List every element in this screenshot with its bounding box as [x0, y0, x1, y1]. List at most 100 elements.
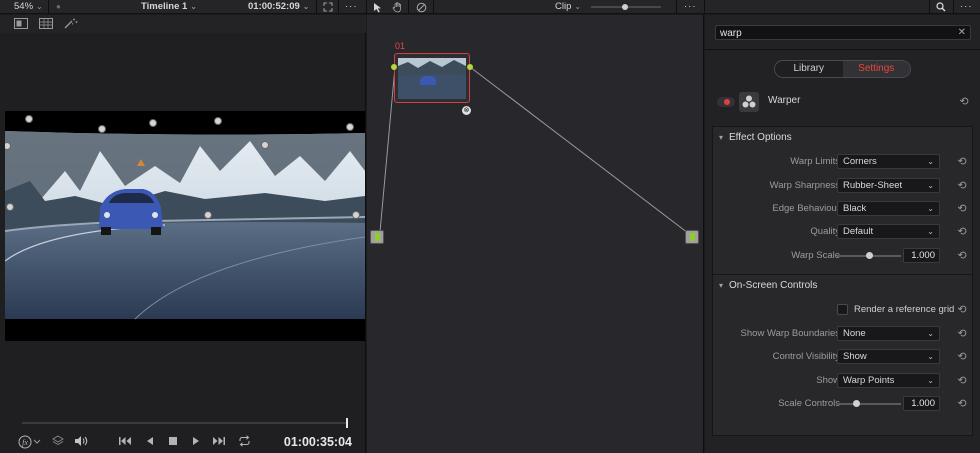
scale-controls-field[interactable]: 1.000: [903, 396, 940, 411]
reset-icon[interactable]: ⟲: [956, 304, 968, 316]
tab-settings[interactable]: Settings: [842, 61, 910, 77]
skip-to-end-icon[interactable]: [212, 435, 226, 449]
edge-behaviour-select[interactable]: Black ⌄: [837, 201, 940, 216]
search-icon[interactable]: [936, 0, 946, 14]
clip-mode-dropdown[interactable]: Clip ⌄: [555, 0, 581, 14]
magic-wand-icon[interactable]: [64, 18, 78, 29]
output-node[interactable]: [685, 230, 699, 244]
control-visibility-select[interactable]: Show ⌄: [837, 349, 940, 364]
reset-icon[interactable]: ⟲: [956, 226, 968, 238]
node-input-port[interactable]: [391, 64, 397, 70]
top-toolbar: 54% ⌄ ● Timeline 1 ⌄ 01:00:52:09 ⌄ ··· Clip…: [0, 0, 980, 14]
stop-icon[interactable]: [168, 435, 178, 449]
skip-to-start-icon[interactable]: [118, 435, 132, 449]
reset-icon[interactable]: ⟲: [956, 250, 968, 262]
warp-point[interactable]: [98, 125, 106, 133]
timeline-dropdown[interactable]: Timeline 1 ⌄: [141, 0, 197, 14]
volume-icon[interactable]: [74, 435, 88, 449]
reset-icon[interactable]: ⟲: [956, 398, 968, 410]
warp-point[interactable]: [149, 119, 157, 127]
divider: [316, 0, 317, 14]
reset-icon[interactable]: ⟲: [956, 351, 968, 363]
warp-point[interactable]: [261, 141, 269, 149]
reset-icon[interactable]: ⟲: [956, 375, 968, 387]
reset-icon[interactable]: ⟲: [956, 203, 968, 215]
play-reverse-icon[interactable]: [145, 435, 155, 449]
quality-select[interactable]: Default ⌄: [837, 224, 940, 239]
effect-enable-toggle[interactable]: [717, 97, 735, 107]
clear-icon[interactable]: ✕: [958, 26, 966, 39]
hand-tool-icon[interactable]: [392, 0, 403, 14]
fx-icon[interactable]: fx: [18, 435, 42, 449]
resolvefx-logo-icon: [739, 92, 759, 112]
warp-scale-field[interactable]: 1.000: [903, 248, 940, 263]
control-visibility-value: Show: [843, 351, 867, 362]
chevron-down-icon: ⌄: [927, 329, 934, 338]
divider: [338, 0, 339, 14]
scale-controls-slider[interactable]: [837, 403, 901, 405]
chevron-down-icon: ⌄: [927, 352, 934, 361]
tab-library[interactable]: Library: [775, 61, 843, 77]
edge-behaviour-label: Edge Behaviour: [772, 203, 840, 214]
node-zoom-slider[interactable]: [591, 0, 661, 14]
warp-limits-value: Corners: [843, 156, 877, 167]
show-warp-boundaries-select[interactable]: None ⌄: [837, 326, 940, 341]
fullscreen-icon[interactable]: [323, 0, 333, 14]
source-timecode-dropdown[interactable]: 01:00:52:09 ⌄: [248, 0, 309, 14]
playhead[interactable]: [346, 418, 348, 428]
loop-icon[interactable]: [238, 435, 251, 449]
reference-grid-checkbox[interactable]: [837, 304, 848, 315]
scale-controls-slider-knob[interactable]: [852, 400, 860, 407]
node-output-port[interactable]: [467, 64, 473, 70]
effect-header: Warper ⟲: [713, 91, 975, 113]
divider: [704, 0, 705, 14]
more-options-icon[interactable]: ···: [684, 0, 697, 14]
effects-badge-icon: ⊗: [462, 106, 471, 115]
chevron-down-icon: ▾: [719, 133, 724, 142]
reset-icon[interactable]: ⟲: [956, 156, 968, 168]
warp-sharpness-select[interactable]: Rubber-Sheet ⌄: [837, 178, 940, 193]
effect-options-header[interactable]: ▾ Effect Options: [713, 127, 972, 149]
divider: [705, 49, 980, 50]
play-icon[interactable]: [191, 435, 201, 449]
chevron-down-icon: ⌄: [927, 376, 934, 385]
zoom-level-dropdown[interactable]: 54% ⌄: [14, 0, 43, 14]
bypass-icon[interactable]: [416, 0, 427, 14]
corrector-node[interactable]: [394, 53, 470, 103]
single-viewer-icon[interactable]: [14, 18, 28, 29]
node-editor-panel[interactable]: 01 ⊗: [367, 15, 704, 453]
warp-point[interactable]: [204, 211, 212, 219]
timeline-scrubber[interactable]: [22, 422, 348, 424]
warp-scale-slider-knob[interactable]: [865, 252, 873, 259]
search-box: ✕: [715, 25, 971, 40]
on-screen-controls-header[interactable]: ▾ On-Screen Controls: [713, 275, 972, 297]
more-options-icon[interactable]: ···: [960, 0, 973, 14]
edge-behaviour-value: Black: [843, 203, 867, 214]
control-visibility-label: Control Visibility: [772, 351, 840, 362]
dot-icon: ●: [56, 2, 61, 11]
video-frame[interactable]: [5, 111, 365, 341]
viewer-panel: fx 01:00:35:04: [0, 15, 366, 453]
show-select[interactable]: Warp Points ⌄: [837, 373, 940, 388]
quality-label: Quality: [810, 226, 840, 237]
show-row: Show Warp Points ⌄ ⟲: [713, 371, 972, 391]
inspector-panel: ✕ Library Settings Warper ⟲ ▾ Effect Opti…: [705, 15, 980, 453]
source-input-node[interactable]: [370, 230, 384, 244]
search-input[interactable]: [720, 27, 950, 39]
gallery-view-icon[interactable]: [39, 18, 53, 29]
scale-controls-row: Scale Controls 1.000 ⟲: [713, 394, 972, 414]
layers-icon[interactable]: [52, 435, 64, 449]
warp-point[interactable]: [25, 115, 33, 123]
warp-point[interactable]: [346, 123, 354, 131]
reset-icon[interactable]: ⟲: [958, 96, 970, 108]
warp-point[interactable]: [214, 117, 222, 125]
show-warp-boundaries-row: Show Warp Boundaries None ⌄ ⟲: [713, 324, 972, 344]
pointer-tool-icon[interactable]: [373, 0, 382, 14]
divider: [953, 0, 954, 14]
reset-icon[interactable]: ⟲: [956, 328, 968, 340]
reset-icon[interactable]: ⟲: [956, 180, 968, 192]
warp-point[interactable]: [6, 203, 14, 211]
warp-limits-select[interactable]: Corners ⌄: [837, 154, 940, 169]
more-options-icon[interactable]: ···: [345, 0, 358, 14]
warp-point[interactable]: [352, 211, 360, 219]
